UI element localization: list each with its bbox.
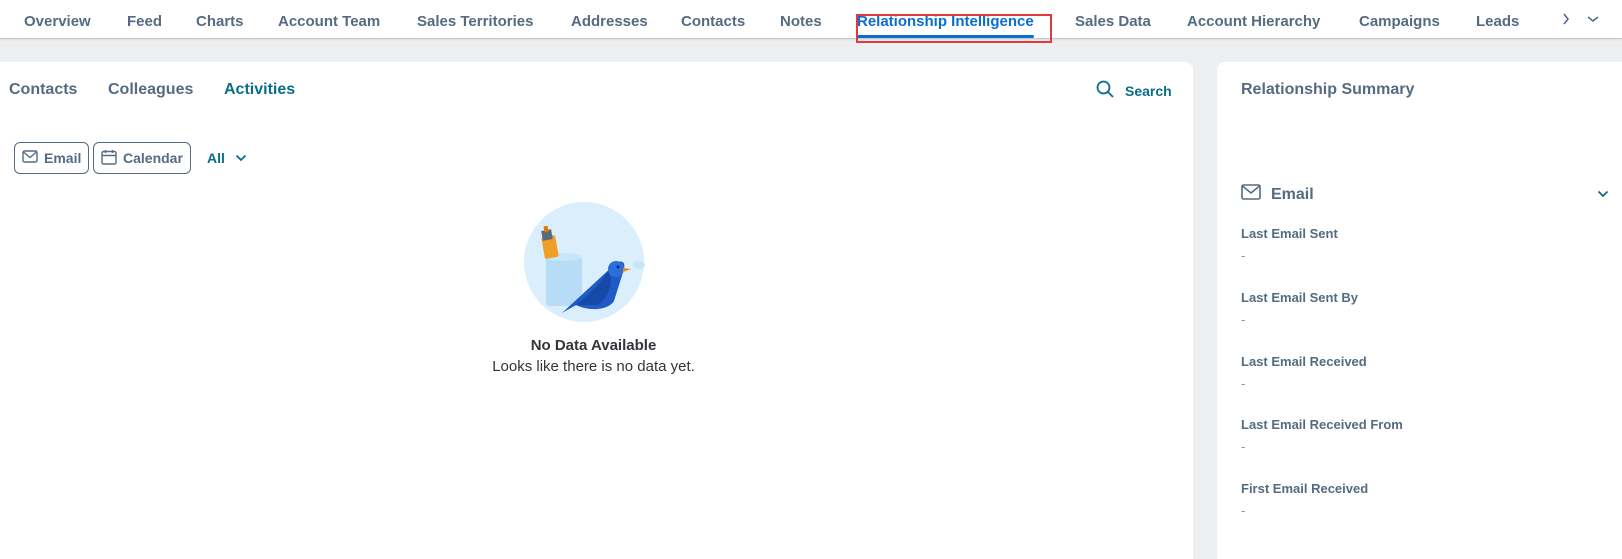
tab-leads[interactable]: Leads [1476, 13, 1519, 30]
tab-sales-data[interactable]: Sales Data [1075, 13, 1151, 30]
tab-account-hierarchy[interactable]: Account Hierarchy [1187, 13, 1320, 30]
relationship-summary-title: Relationship Summary [1241, 81, 1415, 98]
activity-type-dropdown[interactable]: All [207, 150, 247, 166]
tab-bar: Overview Feed Charts Account Team Sales … [0, 0, 1622, 39]
empty-state-subtitle: Looks like there is no data yet. [492, 358, 695, 375]
field-label-last-email-sent: Last Email Sent [1241, 226, 1338, 241]
tab-sales-territories[interactable]: Sales Territories [417, 13, 533, 30]
email-section-header[interactable]: Email [1241, 184, 1609, 205]
field-label-first-email-received: First Email Received [1241, 481, 1369, 496]
overflow-chevron-down-icon[interactable] [1586, 11, 1600, 32]
field-value-last-email-received: - [1241, 376, 1246, 391]
calendar-filter-chip[interactable]: Calendar [93, 142, 191, 174]
mail-icon [22, 150, 38, 166]
email-filter-chip[interactable]: Email [14, 142, 90, 174]
field-label-last-email-received-from: Last Email Received From [1241, 417, 1403, 432]
tab-campaigns[interactable]: Campaigns [1359, 13, 1440, 30]
chevron-right-icon[interactable] [1561, 11, 1571, 32]
chevron-down-icon [235, 150, 247, 166]
tab-contacts[interactable]: Contacts [681, 13, 745, 30]
chevron-down-icon[interactable] [1597, 186, 1609, 204]
tab-addresses[interactable]: Addresses [571, 13, 648, 30]
subtab-contacts[interactable]: Contacts [9, 81, 77, 99]
field-label-last-email-received: Last Email Received [1241, 354, 1367, 369]
empty-state-title: No Data Available [530, 337, 657, 354]
calendar-chip-label: Calendar [123, 150, 183, 166]
tab-overview[interactable]: Overview [24, 13, 91, 30]
mail-icon [1241, 184, 1261, 205]
field-value-last-email-sent: - [1241, 248, 1246, 263]
calendar-icon [101, 149, 117, 168]
relationship-summary-panel: Relationship Summary Email Last Email Se… [1217, 62, 1622, 559]
tab-account-team[interactable]: Account Team [278, 13, 380, 30]
email-chip-label: Email [44, 150, 82, 166]
field-value-first-email-received: - [1241, 503, 1246, 518]
subtab-colleagues[interactable]: Colleagues [108, 81, 193, 99]
highlight-box [856, 14, 1052, 43]
field-value-last-email-received-from: - [1241, 439, 1246, 454]
dropdown-value: All [207, 150, 225, 166]
search-icon [1096, 80, 1114, 101]
tab-notes[interactable]: Notes [780, 13, 822, 30]
field-value-last-email-sent-by: - [1241, 312, 1246, 327]
field-label-last-email-sent-by: Last Email Sent By [1241, 290, 1359, 305]
subtab-activities[interactable]: Activities [224, 81, 295, 99]
email-section-label: Email [1271, 185, 1314, 203]
tab-feed[interactable]: Feed [127, 13, 162, 30]
activities-panel: Contacts Colleagues Activities Search Em… [0, 62, 1193, 559]
empty-state-illustration [524, 201, 650, 323]
tab-charts[interactable]: Charts [196, 13, 244, 30]
search-button[interactable]: Search [1096, 80, 1172, 101]
search-label: Search [1125, 82, 1172, 99]
